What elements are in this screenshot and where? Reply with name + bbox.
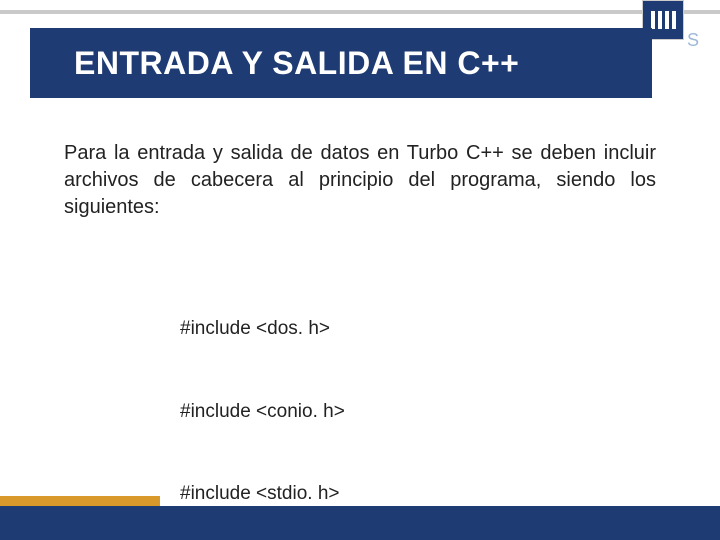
code-block: #include <dos. h> #include <conio. h> #i…	[180, 260, 372, 540]
footer-accent	[0, 496, 160, 506]
top-divider	[0, 10, 720, 14]
code-line: #include <stdio. h>	[180, 480, 372, 508]
slide: S ENTRADA Y SALIDA EN C++ Para la entrad…	[0, 0, 720, 540]
intro-paragraph: Para la entrada y salida de datos en Tur…	[64, 140, 656, 221]
logo-bars-icon	[651, 11, 676, 29]
title-band: ENTRADA Y SALIDA EN C++	[30, 28, 652, 98]
code-line: #include <conio. h>	[180, 398, 372, 426]
page-title: ENTRADA Y SALIDA EN C++	[74, 45, 519, 82]
logo-side-text: S	[687, 30, 700, 51]
footer-band	[0, 506, 720, 540]
code-line: #include <dos. h>	[180, 315, 372, 343]
